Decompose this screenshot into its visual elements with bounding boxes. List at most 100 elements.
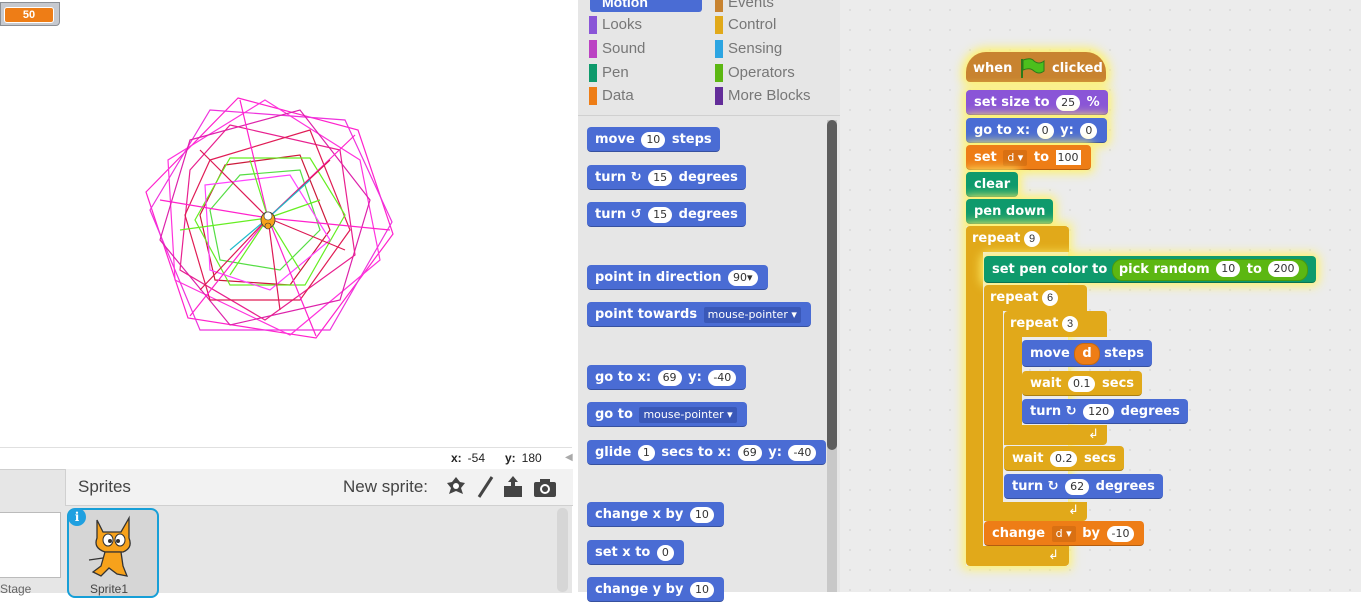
variable-d-reporter[interactable]: d bbox=[1074, 342, 1100, 365]
go-to-x-input[interactable]: 0 bbox=[1036, 122, 1054, 139]
camera-icon[interactable] bbox=[532, 474, 558, 500]
turn-cw-input[interactable]: 15 bbox=[648, 169, 673, 186]
block-text: change bbox=[992, 526, 1046, 541]
collapse-left-icon[interactable]: ◀ bbox=[565, 452, 577, 464]
category-looks[interactable]: Looks bbox=[589, 14, 642, 36]
go-to-y-input[interactable]: -40 bbox=[708, 369, 737, 386]
category-operators-label: Operators bbox=[728, 64, 795, 81]
clear-block[interactable]: clear bbox=[966, 172, 1019, 197]
sprites-title: Sprites bbox=[78, 477, 131, 496]
pen-down-block[interactable]: pen down bbox=[966, 199, 1054, 224]
variable-dropdown[interactable]: d ▾ bbox=[1003, 149, 1028, 166]
block-text: steps bbox=[671, 132, 712, 147]
random-high-input[interactable]: 200 bbox=[1268, 261, 1300, 277]
coords-x-value: -54 bbox=[467, 451, 486, 465]
wait-0-2-block[interactable]: wait 0.2 secs bbox=[1004, 446, 1125, 471]
go-to-x-input[interactable]: 69 bbox=[657, 369, 682, 386]
set-size-block[interactable]: set size to 25 % bbox=[966, 90, 1108, 115]
category-data[interactable]: Data bbox=[589, 85, 634, 107]
turn-degrees-input[interactable]: 62 bbox=[1065, 478, 1090, 495]
stage[interactable]: 50 bbox=[0, 0, 572, 447]
block-text: y: bbox=[688, 370, 702, 385]
category-control[interactable]: Control bbox=[715, 14, 776, 36]
repeat-6-block[interactable]: repeat 6 bbox=[984, 285, 1087, 311]
rotate-cw-icon: ↻ bbox=[630, 170, 642, 185]
random-low-input[interactable]: 10 bbox=[1216, 261, 1241, 277]
palette-glide-block[interactable]: glide 1 secs to x: 69 y: -40 bbox=[587, 440, 827, 465]
category-looks-label: Looks bbox=[602, 16, 643, 33]
palette-point-towards-block[interactable]: point towards mouse-pointer ▾ bbox=[587, 302, 811, 327]
when-flag-clicked-hat-block[interactable]: when clicked bbox=[966, 52, 1106, 82]
turn-ccw-input[interactable]: 15 bbox=[648, 206, 673, 223]
glide-x-input[interactable]: 69 bbox=[737, 444, 762, 461]
sprite-pane-scrollbar[interactable] bbox=[557, 508, 568, 592]
repeat-6-count-input[interactable]: 6 bbox=[1042, 290, 1059, 306]
upload-sprite-icon[interactable] bbox=[500, 474, 526, 500]
stage-thumbnail[interactable] bbox=[0, 512, 61, 578]
sprite-info-icon[interactable]: i bbox=[68, 508, 86, 526]
go-to-y-input[interactable]: 0 bbox=[1080, 122, 1098, 139]
palette-set-x-block[interactable]: set x to 0 bbox=[587, 540, 684, 565]
category-sensing[interactable]: Sensing bbox=[715, 38, 782, 60]
block-text: degrees bbox=[1120, 404, 1180, 419]
wait-secs-input[interactable]: 0.1 bbox=[1067, 375, 1096, 392]
palette-go-to-block[interactable]: go to mouse-pointer ▾ bbox=[587, 402, 747, 427]
loop-arrow-icon: ↲ bbox=[1088, 426, 1099, 441]
category-pen[interactable]: Pen bbox=[589, 62, 629, 84]
block-text: wait bbox=[1012, 451, 1044, 466]
change-variable-block[interactable]: change d ▾ by -10 bbox=[984, 521, 1145, 546]
palette-move-block[interactable]: move 10 steps bbox=[587, 127, 720, 152]
palette-change-x-block[interactable]: change x by 10 bbox=[587, 502, 724, 527]
set-variable-value-input[interactable]: 100 bbox=[1055, 150, 1081, 165]
direction-input[interactable]: 90▾ bbox=[728, 269, 758, 286]
palette-scrollbar-thumb[interactable] bbox=[827, 120, 837, 450]
palette-turn-cw-block[interactable]: turn ↻ 15 degrees bbox=[587, 165, 746, 190]
repeat-3-block[interactable]: repeat 3 bbox=[1004, 311, 1107, 337]
scripts-area[interactable] bbox=[840, 0, 1361, 592]
repeat-6-arm bbox=[984, 309, 1003, 521]
palette-change-y-block[interactable]: change y by 10 bbox=[587, 577, 724, 602]
change-x-input[interactable]: 10 bbox=[689, 506, 714, 523]
category-more-blocks-label: More Blocks bbox=[728, 87, 811, 104]
repeat-3-footer: ↲ bbox=[1004, 425, 1107, 445]
change-variable-input[interactable]: -10 bbox=[1106, 525, 1135, 542]
change-y-input[interactable]: 10 bbox=[689, 581, 714, 598]
repeat-3-count-input[interactable]: 3 bbox=[1062, 316, 1079, 332]
move-steps-input[interactable]: 10 bbox=[641, 131, 666, 148]
set-pen-color-block[interactable]: set pen color to pick random 10 to 200 bbox=[984, 256, 1317, 283]
category-events[interactable]: Events bbox=[715, 0, 774, 14]
turn-120-block[interactable]: turn ↻ 120 degrees bbox=[1022, 399, 1188, 424]
category-operators[interactable]: Operators bbox=[715, 62, 795, 84]
repeat-9-count-input[interactable]: 9 bbox=[1024, 231, 1041, 247]
block-text: turn bbox=[595, 207, 627, 222]
category-sound[interactable]: Sound bbox=[589, 38, 645, 60]
move-variable-steps-block[interactable]: move d steps bbox=[1022, 340, 1152, 367]
paint-new-sprite-icon[interactable] bbox=[472, 474, 498, 500]
palette-go-to-xy-block[interactable]: go to x: 69 y: -40 bbox=[587, 365, 747, 390]
wait-secs-input[interactable]: 0.2 bbox=[1049, 450, 1078, 467]
wait-0-1-block[interactable]: wait 0.1 secs bbox=[1022, 371, 1143, 396]
palette-point-in-direction-block[interactable]: point in direction 90▾ bbox=[587, 265, 768, 290]
set-x-input[interactable]: 0 bbox=[656, 544, 674, 561]
set-size-input[interactable]: 25 bbox=[1056, 94, 1081, 111]
block-text: set x to bbox=[595, 545, 651, 560]
turn-degrees-input[interactable]: 120 bbox=[1083, 403, 1115, 420]
variable-dropdown[interactable]: d ▾ bbox=[1051, 525, 1076, 542]
repeat-9-block[interactable]: repeat 9 bbox=[966, 226, 1069, 252]
turn-62-block[interactable]: turn ↻ 62 degrees bbox=[1004, 474, 1163, 499]
glide-y-input[interactable]: -40 bbox=[788, 444, 817, 461]
category-motion[interactable]: Motion bbox=[590, 0, 702, 12]
block-text: by bbox=[1082, 526, 1100, 541]
choose-sprite-from-library-icon[interactable] bbox=[443, 474, 469, 500]
set-variable-block[interactable]: set d ▾ to 100 bbox=[966, 145, 1091, 170]
variable-monitor[interactable]: 50 bbox=[0, 2, 60, 26]
repeat-9-arm bbox=[966, 250, 983, 550]
glide-secs-input[interactable]: 1 bbox=[637, 444, 655, 461]
go-to-dropdown[interactable]: mouse-pointer ▾ bbox=[639, 406, 737, 423]
go-to-xy-block[interactable]: go to x: 0 y: 0 bbox=[966, 118, 1108, 143]
point-towards-dropdown[interactable]: mouse-pointer ▾ bbox=[703, 306, 801, 323]
category-more-blocks[interactable]: More Blocks bbox=[715, 85, 811, 107]
palette-turn-ccw-block[interactable]: turn ↺ 15 degrees bbox=[587, 202, 746, 227]
pick-random-block[interactable]: pick random 10 to 200 bbox=[1111, 258, 1309, 281]
coords-x: x: -54 bbox=[451, 451, 485, 465]
